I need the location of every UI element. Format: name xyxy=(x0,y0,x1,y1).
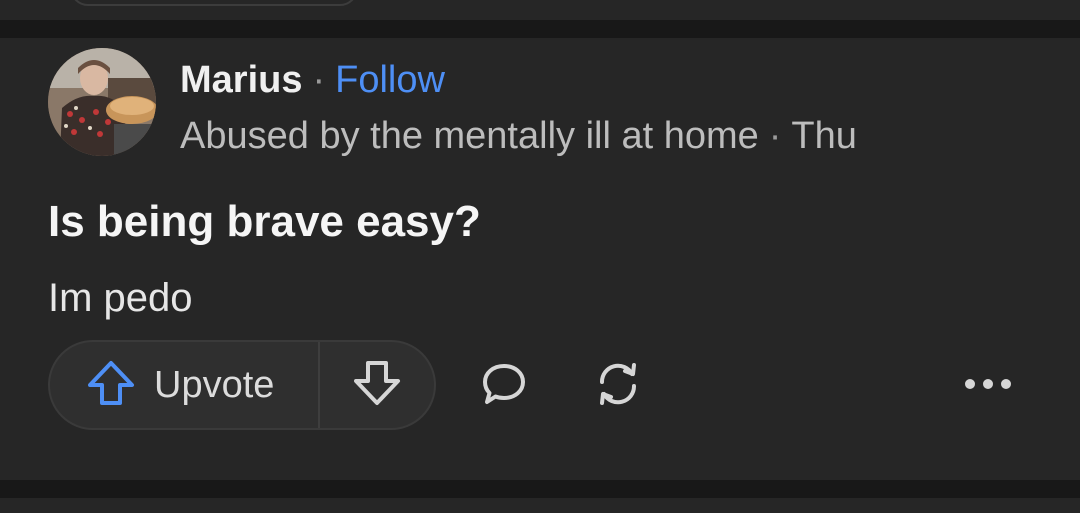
credential-line: Abused by the mentally ill at home · Thu xyxy=(180,112,857,160)
previous-card-action-pill[interactable] xyxy=(70,0,358,6)
post-body: Im pedo xyxy=(48,276,193,320)
follow-button[interactable]: Follow xyxy=(335,59,445,101)
feed-divider xyxy=(0,20,1080,38)
more-options-button[interactable] xyxy=(958,358,1018,414)
previous-card xyxy=(0,0,1080,20)
next-card xyxy=(0,498,1080,513)
feed-divider xyxy=(0,480,1080,498)
ellipsis-icon xyxy=(960,377,1016,396)
share-button[interactable] xyxy=(590,358,646,414)
upvote-button[interactable]: Upvote xyxy=(50,342,320,428)
author-line: Marius · Follow xyxy=(180,56,445,104)
speech-bubble-icon xyxy=(481,362,527,411)
comment-button[interactable] xyxy=(476,358,532,414)
arrow-up-outline-icon xyxy=(86,359,136,412)
question-title[interactable]: Is being brave easy? xyxy=(48,194,481,250)
upvote-label: Upvote xyxy=(154,363,275,406)
avatar[interactable] xyxy=(48,48,156,156)
refresh-arrows-icon xyxy=(592,358,644,415)
vote-pill: Upvote xyxy=(48,340,436,430)
post-timestamp[interactable]: Thu xyxy=(791,115,856,157)
author-name[interactable]: Marius xyxy=(180,59,302,101)
downvote-button[interactable] xyxy=(320,342,434,428)
separator-dot: · xyxy=(312,59,326,101)
arrow-down-outline-icon xyxy=(352,359,402,412)
author-credential: Abused by the mentally ill at home xyxy=(180,115,759,157)
separator-dot: · xyxy=(768,115,782,157)
avatar-photo xyxy=(48,48,156,156)
